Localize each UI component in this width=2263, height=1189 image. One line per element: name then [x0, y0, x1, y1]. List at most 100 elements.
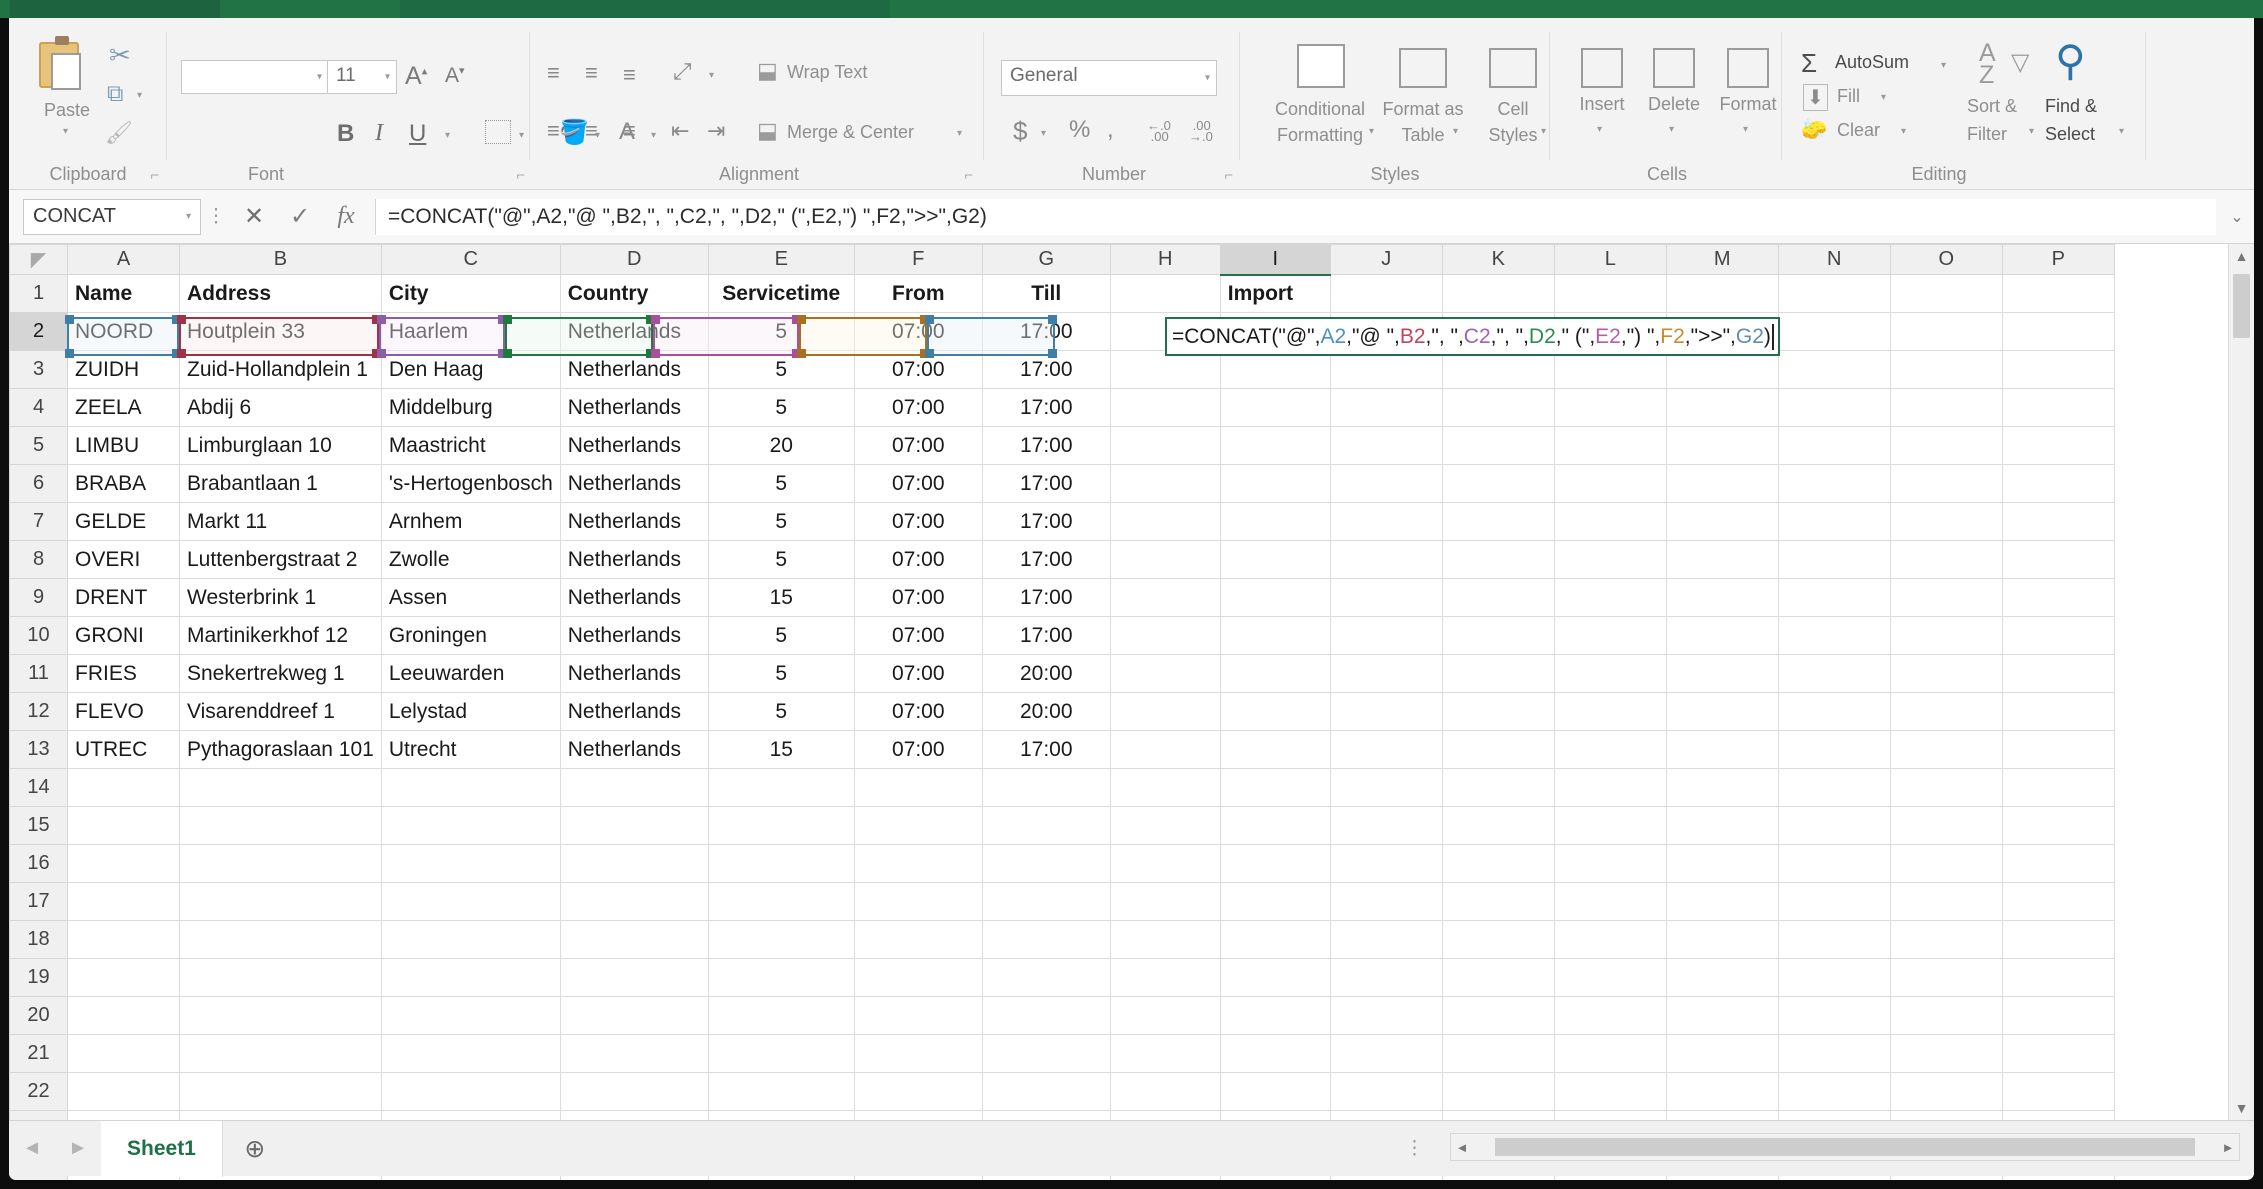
vertical-scroll-thumb[interactable]: [2233, 274, 2250, 338]
empty-cell[interactable]: [2002, 996, 2115, 1035]
table-row[interactable]: 20: [9, 996, 2115, 1035]
empty-cell[interactable]: [1110, 806, 1221, 845]
empty-cell[interactable]: [854, 958, 983, 997]
column-header-K[interactable]: K: [1441, 244, 1555, 275]
empty-cell[interactable]: [2002, 882, 2115, 921]
empty-cell[interactable]: [1666, 692, 1779, 731]
empty-cell[interactable]: [1330, 882, 1443, 921]
empty-cell[interactable]: [381, 996, 561, 1035]
empty-cell[interactable]: [1778, 806, 1891, 845]
empty-cell[interactable]: [1666, 426, 1779, 465]
empty-cell[interactable]: [2002, 464, 2115, 503]
empty-cell[interactable]: [1890, 654, 2003, 693]
cell-from[interactable]: 07:00: [854, 464, 983, 503]
cell-servicetime[interactable]: 20: [708, 426, 855, 465]
empty-cell[interactable]: [2002, 312, 2115, 351]
empty-cell[interactable]: [708, 996, 855, 1035]
empty-cell[interactable]: [1220, 692, 1331, 731]
empty-cell[interactable]: [560, 882, 709, 921]
cell-servicetime[interactable]: 5: [708, 692, 855, 731]
empty-cell[interactable]: [1778, 1072, 1891, 1111]
empty-cell[interactable]: [1442, 350, 1555, 389]
empty-cell[interactable]: [1330, 920, 1443, 959]
font-dialog-launcher[interactable]: ⌐: [516, 167, 525, 184]
empty-cell[interactable]: [708, 920, 855, 959]
empty-cell[interactable]: [1554, 882, 1667, 921]
decrease-font-size-icon[interactable]: A▾: [445, 64, 465, 88]
clear-label[interactable]: Clear: [1837, 120, 1880, 141]
header-cell[interactable]: Servicetime: [708, 274, 855, 313]
find-select-dropdown-caret[interactable]: ▾: [2119, 126, 2124, 137]
table-row[interactable]: 19: [9, 958, 2115, 997]
empty-cell[interactable]: [1110, 616, 1221, 655]
empty-cell[interactable]: [1778, 730, 1891, 769]
cell-name[interactable]: LIMBU: [67, 426, 180, 465]
formula-input[interactable]: =CONCAT("@",A2,"@ ",B2,", ",C2,", ",D2,"…: [375, 198, 2216, 235]
row-header-22[interactable]: 22: [9, 1072, 68, 1111]
empty-cell[interactable]: [1666, 464, 1779, 503]
row-header-20[interactable]: 20: [9, 996, 68, 1035]
empty-cell[interactable]: [560, 920, 709, 959]
empty-cell[interactable]: [1220, 388, 1331, 427]
empty-cell[interactable]: [1778, 920, 1891, 959]
enter-formula-button[interactable]: ✓: [277, 202, 323, 231]
scroll-up-arrow[interactable]: ▲: [2229, 248, 2254, 264]
empty-cell[interactable]: [1890, 274, 2003, 313]
cell-name[interactable]: UTREC: [67, 730, 180, 769]
column-header-G[interactable]: G: [981, 244, 1111, 275]
table-row[interactable]: 3 ZUIDH Zuid-Hollandplein 1 Den Haag Netherl…: [9, 350, 2115, 389]
font-size-input[interactable]: 11 ▾: [327, 60, 397, 94]
cell-name[interactable]: OVERI: [67, 540, 180, 579]
empty-cell[interactable]: [1666, 958, 1779, 997]
sheet-tab-sheet1[interactable]: Sheet1: [101, 1120, 223, 1177]
cell-city[interactable]: Haarlem: [381, 312, 561, 351]
empty-cell[interactable]: [1110, 730, 1221, 769]
empty-cell[interactable]: [1554, 654, 1667, 693]
row-header-21[interactable]: 21: [9, 1034, 68, 1073]
empty-cell[interactable]: [1778, 768, 1891, 807]
row-header-15[interactable]: 15: [9, 806, 68, 845]
column-header-M[interactable]: M: [1665, 244, 1779, 275]
header-cell[interactable]: Till: [982, 274, 1111, 313]
empty-cell[interactable]: [560, 844, 709, 883]
empty-cell[interactable]: [1554, 540, 1667, 579]
align-center-icon[interactable]: ≡: [585, 118, 598, 144]
underline-dropdown-caret[interactable]: ▾: [445, 130, 450, 141]
empty-cell[interactable]: [1890, 882, 2003, 921]
table-row[interactable]: 1 Name Address City Country Servicetime From Ti…: [9, 274, 2115, 313]
empty-cell[interactable]: [1666, 920, 1779, 959]
cell-country[interactable]: Netherlands: [560, 540, 709, 579]
empty-cell[interactable]: [1890, 1034, 2003, 1073]
find-select-icon[interactable]: ⚲: [2055, 36, 2086, 85]
conditional-formatting-dropdown-caret[interactable]: ▾: [1369, 126, 1374, 137]
clear-icon[interactable]: 🧽: [1801, 118, 1827, 142]
cell-country[interactable]: Netherlands: [560, 426, 709, 465]
empty-cell[interactable]: [1890, 996, 2003, 1035]
row-header-18[interactable]: 18: [9, 920, 68, 959]
table-row[interactable]: 17: [9, 882, 2115, 921]
column-header-D[interactable]: D: [559, 244, 709, 275]
empty-cell[interactable]: [1220, 464, 1331, 503]
empty-cell[interactable]: [982, 844, 1111, 883]
cell-address[interactable]: Westerbrink 1: [179, 578, 382, 617]
column-header-B[interactable]: B: [179, 244, 382, 275]
empty-cell[interactable]: [1110, 388, 1221, 427]
empty-cell[interactable]: [982, 806, 1111, 845]
empty-cell[interactable]: [1778, 350, 1891, 389]
empty-cell[interactable]: [1666, 388, 1779, 427]
empty-cell[interactable]: [982, 768, 1111, 807]
empty-cell[interactable]: [708, 806, 855, 845]
insert-dropdown-caret[interactable]: ▾: [1597, 124, 1602, 135]
empty-cell[interactable]: [1778, 654, 1891, 693]
empty-cell[interactable]: [708, 844, 855, 883]
empty-cell[interactable]: [1110, 958, 1221, 997]
row-header-1[interactable]: 1: [9, 274, 68, 313]
empty-cell[interactable]: [2002, 844, 2115, 883]
empty-cell[interactable]: [1778, 1034, 1891, 1073]
empty-cell[interactable]: [1554, 1072, 1667, 1111]
empty-cell[interactable]: [1330, 578, 1443, 617]
header-cell[interactable]: Country: [560, 274, 709, 313]
cell-from[interactable]: 07:00: [854, 502, 983, 541]
expand-formula-bar-icon[interactable]: ⌄: [2220, 207, 2254, 227]
empty-cell[interactable]: [1110, 768, 1221, 807]
